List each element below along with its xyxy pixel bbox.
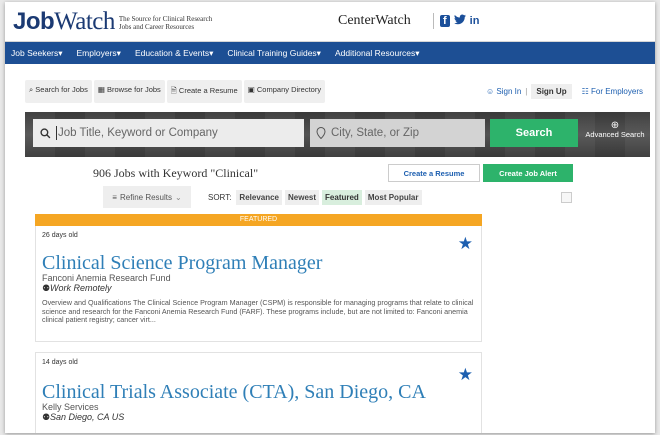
browse-jobs-button[interactable]: ▦ Browse for Jobs (93, 80, 165, 103)
browser-page: JobWatch The Source for Clinical Researc… (5, 2, 655, 433)
job-location: ⚉San Diego, CA US (42, 412, 125, 422)
nav-education-events[interactable]: Education & Events▾ (135, 48, 213, 59)
site-header: JobWatch The Source for Clinical Researc… (5, 2, 655, 42)
sort-newest[interactable]: Newest (285, 190, 320, 205)
keyword-placeholder: Job Title, Keyword or Company (58, 127, 218, 139)
save-star-icon[interactable]: ★ (458, 365, 473, 385)
grid-icon: ▦ (97, 85, 105, 94)
refine-results-button[interactable]: ≡ Refine Results ⌄ (103, 186, 191, 208)
location-pin-icon: ⚉ (42, 283, 51, 293)
advanced-search-link[interactable]: ⊕ Advanced Search (581, 120, 649, 140)
sort-most-popular[interactable]: Most Popular (364, 190, 422, 205)
sort-featured[interactable]: Featured (322, 190, 362, 205)
job-title-link[interactable]: Clinical Trials Associate (CTA), San Die… (42, 382, 475, 402)
user-icon: ☺ (485, 87, 495, 96)
search-icon: ⌕ (29, 85, 34, 94)
sort-relevance[interactable]: Relevance (236, 190, 283, 205)
document-icon: 🗎 (170, 86, 177, 95)
results-heading: 906 Jobs with Keyword "Clinical" (93, 166, 259, 180)
sign-up-button[interactable]: Sign Up (531, 84, 572, 99)
create-job-alert-button[interactable]: Create Job Alert (483, 164, 573, 182)
chevron-down-icon: ⌄ (175, 192, 182, 202)
facebook-icon[interactable]: f (440, 15, 450, 27)
keyword-input[interactable]: Job Title, Keyword or Company (33, 119, 304, 147)
search-button[interactable]: Search (490, 119, 578, 147)
text-cursor (56, 126, 57, 140)
separator: | (525, 87, 528, 96)
job-location: ⚉Work Remotely (42, 283, 112, 293)
search-jobs-button[interactable]: ⌕ Search for Jobs (25, 80, 92, 103)
job-description: Overview and Qualifications The Clinical… (42, 298, 474, 325)
nav-job-seekers[interactable]: Job Seekers▾ (11, 48, 63, 59)
job-company: Kelly Services (42, 402, 99, 412)
centerwatch-logo[interactable]: CenterWatch (338, 13, 411, 29)
job-age: 26 days old (42, 232, 78, 239)
sub-nav: ⌕ Search for Jobs ▦ Browse for Jobs 🗎 Cr… (5, 80, 655, 103)
building-icon: ▣ (247, 85, 255, 94)
main-nav: Job Seekers▾ Employers▾ Education & Even… (5, 42, 655, 64)
nav-clinical-training-guides[interactable]: Clinical Training Guides▾ (227, 48, 321, 59)
zoom-in-icon: ⊕ (610, 120, 620, 131)
create-resume-link[interactable]: 🗎 Create a Resume (166, 80, 242, 103)
job-company: Fanconi Anemia Research Fund (42, 273, 171, 283)
create-resume-button[interactable]: Create a Resume (388, 164, 480, 182)
nav-employers[interactable]: Employers▾ (77, 48, 121, 59)
sort-controls: SORT: Relevance Newest Featured Most Pop… (208, 190, 422, 205)
job-card[interactable]: 26 days old ★ Clinical Science Program M… (35, 226, 482, 342)
linkedin-icon[interactable]: in (470, 15, 480, 27)
search-hero: Job Title, Keyword or Company City, Stat… (25, 112, 650, 157)
rss-icon[interactable] (561, 192, 572, 203)
jobwatch-logo[interactable]: JobWatch The Source for Clinical Researc… (13, 8, 212, 36)
job-title-link[interactable]: Clinical Science Program Manager (42, 253, 475, 273)
featured-banner: FEATURED (35, 214, 482, 226)
job-age: 14 days old (42, 359, 78, 366)
social-links: f in (433, 13, 479, 29)
company-directory-button[interactable]: ▣ Company Directory (243, 80, 326, 103)
logo-tagline: The Source for Clinical Research Jobs an… (118, 15, 213, 31)
sliders-icon: ≡ (112, 192, 117, 202)
nav-additional-resources[interactable]: Additional Resources▾ (335, 48, 420, 59)
twitter-icon[interactable] (453, 14, 466, 28)
location-input[interactable]: City, State, or Zip (310, 119, 485, 147)
list-icon: ☷ (581, 87, 589, 96)
search-icon (40, 127, 51, 138)
sign-in-link[interactable]: ☺ Sign In (486, 87, 521, 96)
location-placeholder: City, State, or Zip (331, 127, 419, 139)
location-pin-icon: ⚉ (42, 412, 51, 422)
location-pin-icon (316, 127, 326, 139)
for-employers-link[interactable]: ☷ For Employers (582, 87, 643, 96)
sort-label: SORT: (208, 193, 232, 202)
logo-watch: Watch (54, 8, 115, 35)
save-star-icon[interactable]: ★ (458, 234, 473, 254)
job-card[interactable]: 14 days old ★ Clinical Trials Associate … (35, 352, 482, 433)
logo-job: Job (13, 8, 55, 35)
